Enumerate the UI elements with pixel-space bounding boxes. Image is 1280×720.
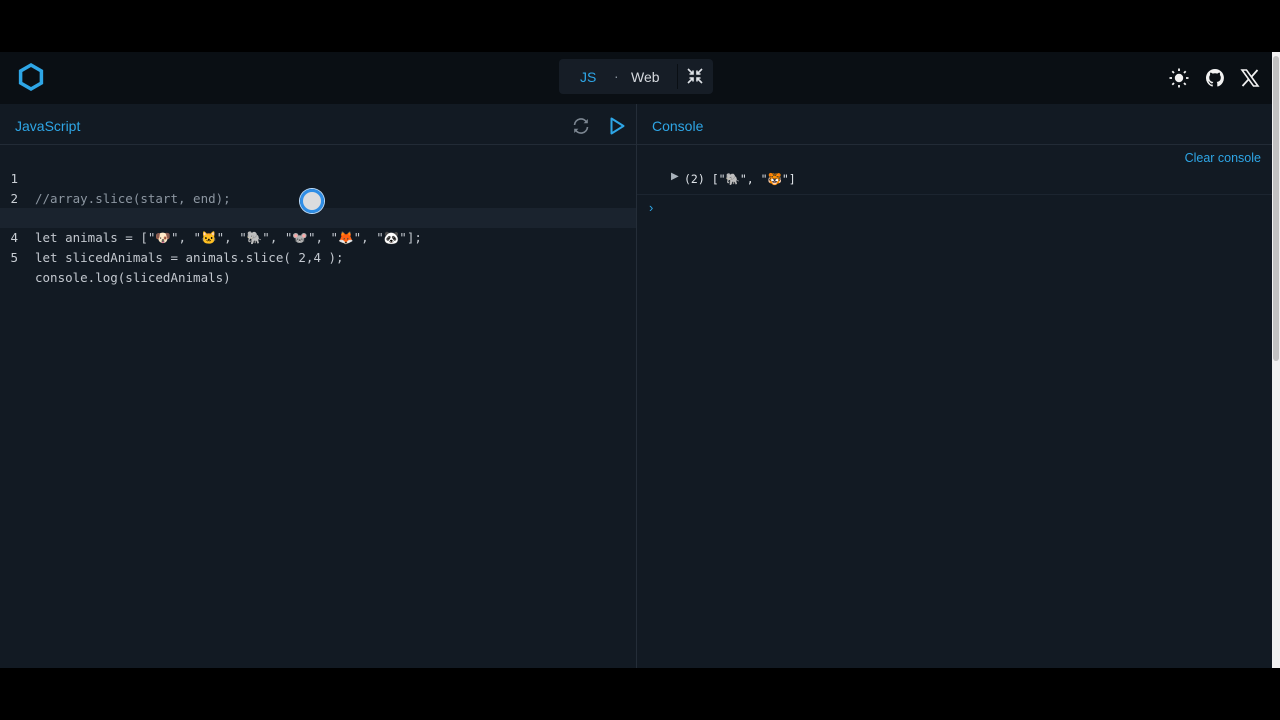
mode-separator-dot: · [614,68,619,84]
mode-divider [677,64,678,89]
scrollbar-thumb[interactable] [1273,56,1279,361]
console-log-entry[interactable]: ▶ (2) ["🐘", "🐯"] [637,163,1272,195]
logo-hexagon-icon[interactable] [16,62,46,92]
code-line[interactable]: 5 console.log(slicedAnimals) [0,228,636,285]
x-icon[interactable] [1240,68,1260,88]
editor-title: JavaScript [15,118,81,134]
sun-icon[interactable] [1169,68,1189,88]
app-window: JS · Web JavaScript 1 //array.slice(star… [0,52,1272,668]
editor-pane: JavaScript 1 //array.slice(start, end); … [0,104,636,668]
line-number: 5 [10,249,18,265]
line-text[interactable]: console.log(slicedAnimals) [35,268,231,288]
console-prompt-icon[interactable]: › [649,200,653,215]
github-icon[interactable] [1205,68,1225,88]
code-editor[interactable]: 1 //array.slice(start, end); 2 3 let ani… [0,149,636,285]
code-line[interactable]: 2 [0,169,636,206]
console-log-text: (2) ["🐘", "🐯"] [684,172,796,186]
mode-switcher: JS · Web [559,59,713,94]
line-text[interactable]: let slicedAnimals = animals.slice( 2,4 )… [35,248,344,268]
code-line[interactable]: 1 //array.slice(start, end); [0,149,636,206]
refresh-icon[interactable] [571,116,591,136]
mouse-cursor-highlight [300,189,324,213]
collapse-icon[interactable] [687,68,703,84]
console-header: Console [637,104,1272,145]
mode-web-tab[interactable]: Web [631,69,660,85]
console-title: Console [652,118,704,134]
top-bar: JS · Web [0,52,1272,104]
console-pane: Console Clear console ▶ (2) ["🐘", "🐯"] › [637,104,1272,668]
page-scrollbar[interactable] [1272,52,1280,668]
expand-triangle-icon[interactable]: ▶ [671,171,679,182]
mode-js-tab[interactable]: JS [580,69,596,85]
run-play-icon[interactable] [607,116,627,136]
editor-header: JavaScript [0,104,636,145]
